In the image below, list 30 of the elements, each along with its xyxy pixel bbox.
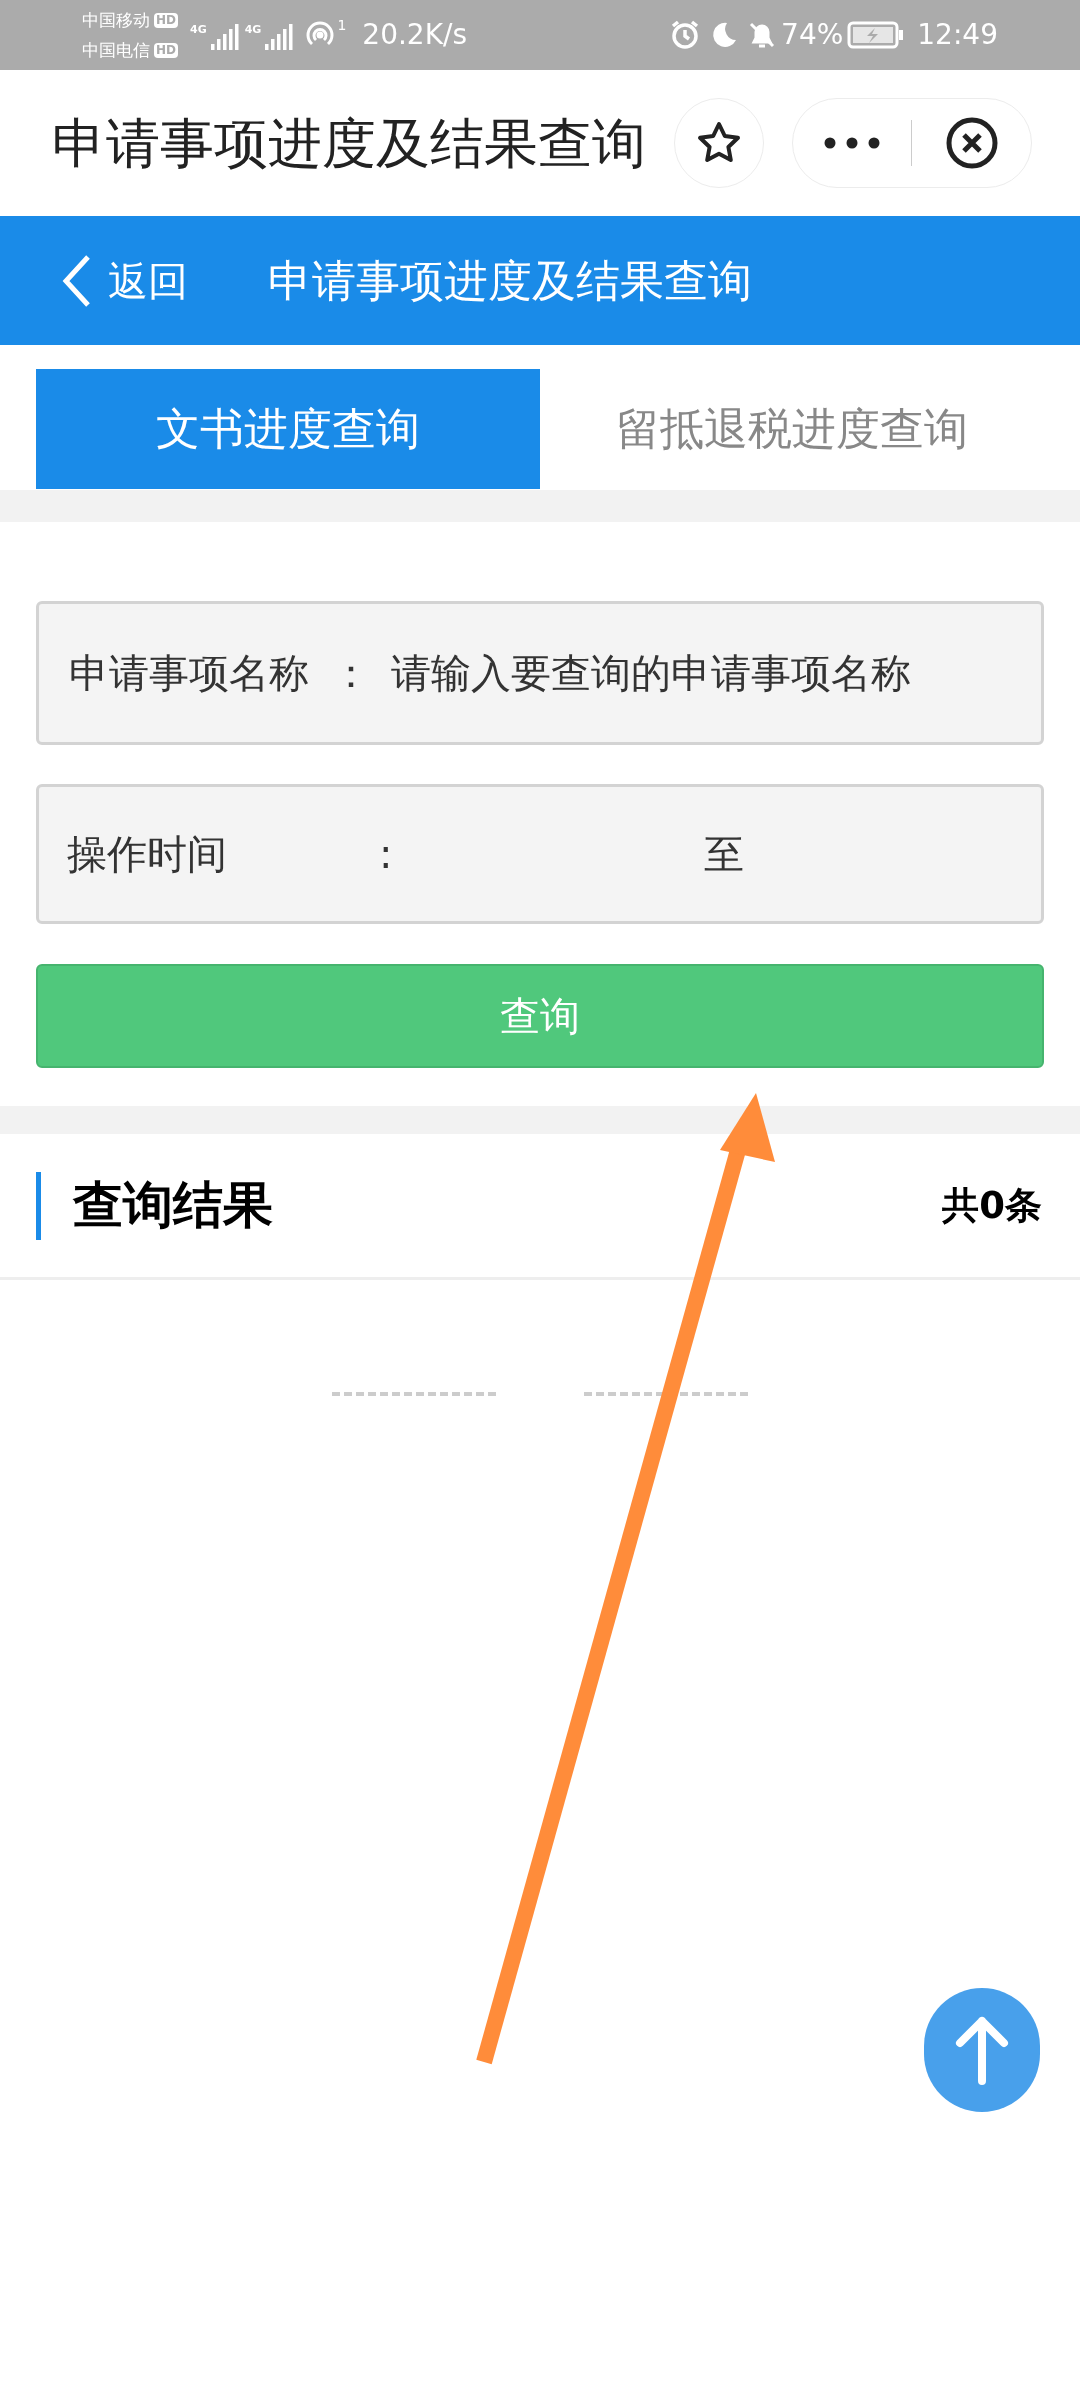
- arrow-up-icon: [954, 2015, 1010, 2085]
- field-label: 操作时间: [67, 830, 228, 879]
- hd-badge: HD: [154, 12, 178, 28]
- hd-badge: HD: [154, 42, 178, 58]
- battery-percent: 74%: [781, 17, 844, 53]
- network-type: 4G: [190, 24, 207, 35]
- close-icon: [944, 116, 999, 170]
- carrier-name: 中国电信: [82, 39, 150, 62]
- network-type: 4G: [244, 24, 262, 35]
- clock-time: 12:49: [917, 17, 998, 53]
- page-title: 申请事项进度及结果查询: [52, 110, 647, 177]
- network-speed: 20.2K/s: [362, 17, 468, 53]
- hotspot-count: 1: [337, 18, 347, 32]
- name-field[interactable]: 申请事项名称 ： 请输入要查询的申请事项名称: [36, 601, 1044, 745]
- time-range-field[interactable]: 操作时间 : 至: [36, 784, 1044, 924]
- more-icon: [824, 137, 880, 149]
- battery-icon: [847, 20, 906, 50]
- tab[interactable]: 文书进度查询: [36, 369, 540, 489]
- field-label: 申请事项名称: [69, 649, 310, 698]
- back-button[interactable]: 返回: [62, 250, 188, 311]
- nav-title: 申请事项进度及结果查询: [268, 253, 752, 308]
- field-separator: ：: [331, 649, 372, 698]
- results-title: 查询结果: [73, 1175, 274, 1236]
- name-input[interactable]: 请输入要查询的申请事项名称: [391, 643, 1011, 703]
- range-separator: 至: [704, 830, 744, 879]
- result-count: 共0条: [942, 1182, 1042, 1229]
- chevron-left-icon: [62, 253, 92, 308]
- carrier-name: 中国移动: [82, 9, 150, 32]
- field-separator: :: [379, 830, 394, 879]
- search-button[interactable]: 查询: [36, 964, 1044, 1068]
